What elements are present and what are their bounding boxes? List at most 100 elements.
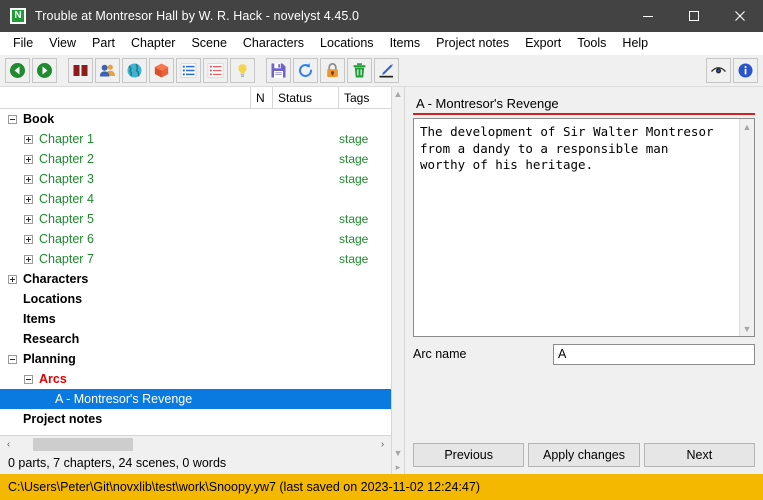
tree-col-status[interactable]: Status [273,87,339,108]
tree-row[interactable]: Chapter 5 stage [0,209,391,229]
characters-icon[interactable] [95,58,120,83]
tree-row[interactable]: Chapter 3 stage [0,169,391,189]
tree-horizontal-scrollbar[interactable]: ‹ › [0,435,391,453]
collapse-icon[interactable] [8,354,17,364]
left-pane: N Status Tags Book Chapter 1 stage Chapter … [0,87,391,474]
tree-row[interactable]: Chapter 7 stage [0,249,391,269]
hscroll-right-arrow[interactable]: › [374,436,391,453]
expand-icon[interactable] [24,134,33,144]
info-icon[interactable] [733,58,758,83]
tree-row-label: Book [23,112,55,126]
menu-locations[interactable]: Locations [312,34,382,53]
menu-file[interactable]: File [5,34,41,53]
file-path-status-bar: C:\Users\Peter\Git\novxlib\test\work\Sno… [0,474,763,500]
arc-name-row: Arc name A [413,342,755,366]
expand-icon[interactable] [24,174,33,184]
minimize-icon[interactable] [625,0,671,32]
pane-scroll-up-arrow[interactable]: ▲ [391,87,405,101]
project-notes-icon[interactable] [230,58,255,83]
menu-help[interactable]: Help [614,34,656,53]
tree-row[interactable]: Items [0,309,391,329]
tree-row-label: Research [23,332,80,346]
menu-export[interactable]: Export [517,34,569,53]
go-back-icon[interactable] [5,58,30,83]
description-scrollbar[interactable]: ▲ ▼ [739,119,754,336]
lock-icon[interactable] [320,58,345,83]
go-forward-icon[interactable] [32,58,57,83]
menu-items[interactable]: Items [382,34,429,53]
view-toggle-icon[interactable] [706,58,731,83]
pane-scroll-down-arrow[interactable]: ▼ [391,446,405,460]
tree-row[interactable]: Chapter 1 stage [0,129,391,149]
hscroll-track[interactable] [17,435,374,453]
arc-title-field[interactable]: A - Montresor's Revenge [413,93,755,115]
description-scroll-up-arrow[interactable]: ▲ [740,119,754,134]
next-button[interactable]: Next [643,443,755,467]
hscroll-thumb[interactable] [33,437,133,451]
save-icon[interactable] [266,58,291,83]
tree-row-label: Planning [23,352,76,366]
pane-splitter-handle[interactable]: ▸ [391,460,405,474]
reload-icon[interactable] [293,58,318,83]
research-icon[interactable] [176,58,201,83]
collapse-icon[interactable] [8,114,17,124]
arc-name-input[interactable]: A [553,343,755,365]
items-icon[interactable] [149,58,174,83]
tree-col-tags[interactable]: Tags [339,87,391,108]
tree-row[interactable]: Arcs [0,369,391,389]
description-editor[interactable]: The development of Sir Walter Montresor … [413,118,755,337]
properties-pane: A - Montresor's Revenge The development … [405,87,763,474]
tree-row[interactable]: Characters [0,269,391,289]
previous-button[interactable]: Previous [413,443,525,467]
collapse-icon[interactable] [24,374,33,384]
tree-row-tag: stage [339,252,369,266]
tree-row[interactable]: Book [0,109,391,129]
tree-row[interactable]: Chapter 6 stage [0,229,391,249]
book-icon[interactable] [68,58,93,83]
expand-icon[interactable] [24,254,33,264]
pane-vertical-scrollbar[interactable]: ▲ ▼ ▸ [391,87,405,474]
window-title: Trouble at Montresor Hall by W. R. Hack … [35,9,360,23]
tree-row[interactable]: Chapter 4 [0,189,391,209]
menu-tools[interactable]: Tools [569,34,614,53]
close-icon[interactable] [717,0,763,32]
description-text[interactable]: The development of Sir Walter Montresor … [414,119,739,336]
delete-icon[interactable] [347,58,372,83]
project-tree[interactable]: Book Chapter 1 stage Chapter 2 stage Chapter … [0,109,391,435]
tree-row[interactable]: Planning [0,349,391,369]
properties-filler [413,366,755,442]
planning-icon[interactable] [203,58,228,83]
hscroll-left-arrow[interactable]: ‹ [0,436,17,453]
tree-row-label: Locations [23,292,83,306]
description-scroll-track[interactable] [740,134,754,321]
menu-scene[interactable]: Scene [183,34,234,53]
expand-icon[interactable] [8,274,17,284]
window-controls [625,0,763,32]
apply-changes-button[interactable]: Apply changes [528,443,640,467]
arc-name-label: Arc name [413,347,467,361]
expand-icon[interactable] [24,154,33,164]
tree-row[interactable]: Chapter 2 stage [0,149,391,169]
menu-characters[interactable]: Characters [235,34,312,53]
tree-row-label: Chapter 6 [39,232,94,246]
tree-row[interactable]: Research [0,329,391,349]
tree-col-n[interactable]: N [251,87,273,108]
edit-icon[interactable] [374,58,399,83]
tree-col-title[interactable] [0,87,251,108]
tree-row[interactable]: Project notes [0,409,391,429]
tree-row[interactable]: Locations [0,289,391,309]
expand-icon[interactable] [24,214,33,224]
tree-row[interactable]: A - Montresor's Revenge [0,389,391,409]
locations-icon[interactable] [122,58,147,83]
menu-view[interactable]: View [41,34,84,53]
expand-icon[interactable] [24,234,33,244]
expand-icon[interactable] [24,194,33,204]
tree-row-tag: stage [339,232,369,246]
main-body: N Status Tags Book Chapter 1 stage Chapter … [0,87,763,474]
menu-chapter[interactable]: Chapter [123,34,183,53]
description-scroll-down-arrow[interactable]: ▼ [740,321,754,336]
menu-part[interactable]: Part [84,34,123,53]
menu-project-notes[interactable]: Project notes [428,34,517,53]
title-bar: N Trouble at Montresor Hall by W. R. Hac… [0,0,763,32]
maximize-icon[interactable] [671,0,717,32]
